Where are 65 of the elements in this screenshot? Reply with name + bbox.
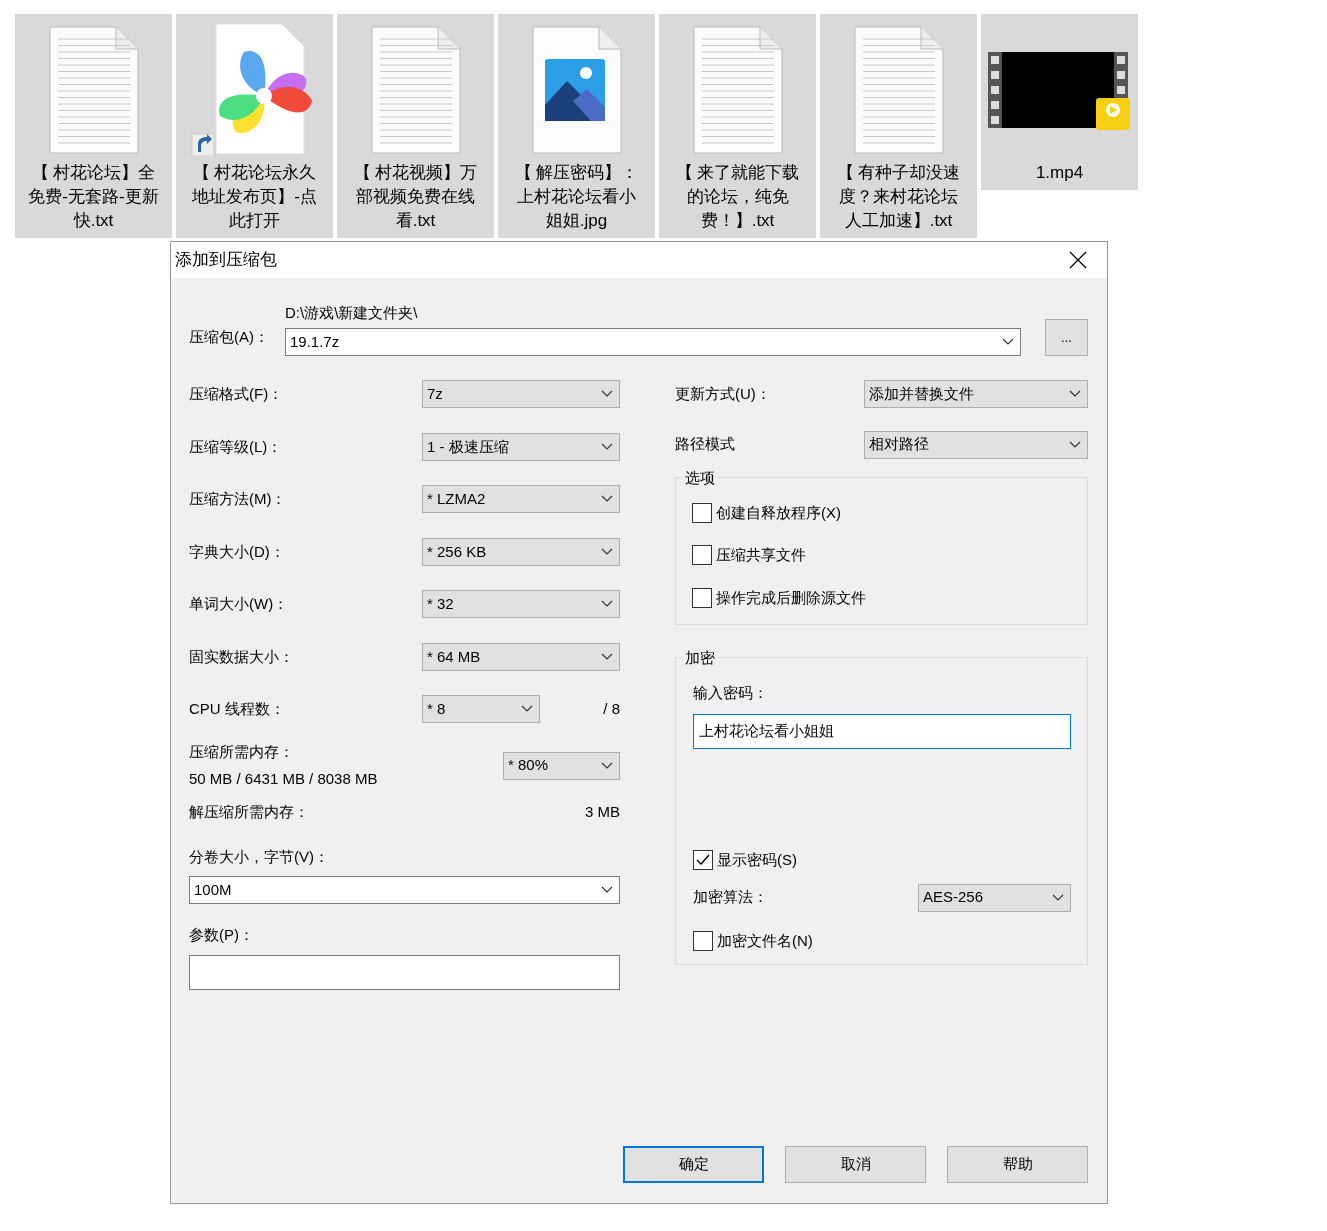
video-file-icon: [987, 49, 1132, 130]
dropdown[interactable]: 1 - 极速压缩: [422, 432, 620, 461]
chevron-down-icon: [601, 761, 613, 770]
dialog-button[interactable]: 确定: [623, 1146, 764, 1183]
dropdown[interactable]: * 256 KB: [422, 537, 620, 566]
checkbox[interactable]: [692, 587, 712, 608]
chevron-down-icon: [1002, 338, 1014, 346]
field-label: 解压缩所需内存：: [189, 802, 309, 823]
checkbox[interactable]: [692, 502, 712, 523]
chevron-down-icon: [601, 886, 613, 894]
chevron-down-icon: [601, 652, 613, 661]
chevron-down-icon: [601, 495, 613, 504]
dropdown[interactable]: * 80%: [503, 751, 620, 780]
password-field[interactable]: 上村花论坛看小姐姐: [693, 714, 1071, 749]
path-text: D:\游戏\新建文件夹\: [285, 302, 419, 323]
chevron-down-icon: [601, 390, 613, 399]
checkbox-label: 创建自释放程序(X): [716, 502, 841, 523]
dialog-button[interactable]: 取消: [785, 1146, 926, 1183]
checkbox[interactable]: [693, 850, 713, 871]
file-name[interactable]: 1.mp4: [1023, 161, 1096, 185]
field-label: 压缩方法(M)：: [189, 489, 287, 509]
field-label: 分卷大小，字节(V)：: [189, 846, 330, 867]
checkbox[interactable]: [693, 930, 713, 951]
field-label: 压缩包(A)：: [189, 326, 269, 347]
memory-text: 3 MB: [585, 802, 620, 823]
dialog-button[interactable]: 帮助: [947, 1146, 1088, 1183]
chevron-down-icon: [1069, 390, 1081, 399]
checkbox-label: 压缩共享文件: [716, 545, 806, 565]
count-text: / 8: [603, 699, 620, 719]
field-label: 字典大小(D)：: [189, 541, 285, 562]
field-label: 压缩等级(L)：: [189, 436, 283, 457]
field-label: 输入密码：: [693, 682, 769, 703]
field-label: 固实数据大小：: [189, 646, 294, 667]
dropdown[interactable]: * 8: [422, 695, 540, 724]
chevron-down-icon: [1052, 893, 1064, 902]
field-label: 加密算法：: [693, 887, 768, 908]
dropdown[interactable]: 7z: [422, 380, 620, 409]
chevron-down-icon: [601, 600, 613, 609]
field-label: CPU 线程数：: [189, 699, 285, 719]
field-label: 参数(P)：: [189, 925, 255, 945]
chevron-down-icon: [601, 547, 613, 556]
chevron-down-icon: [1069, 440, 1081, 449]
field-label: 路径模式: [675, 434, 735, 455]
dropdown[interactable]: * LZMA2: [422, 485, 620, 514]
params-field[interactable]: [189, 954, 620, 990]
checkbox-label: 显示密码(S): [717, 850, 797, 870]
archive-combo[interactable]: 19.1.7z: [285, 328, 1021, 356]
field-label: 压缩所需内存：: [189, 742, 295, 762]
dropdown[interactable]: * 64 MB: [422, 642, 620, 671]
checkbox-label: 操作完成后删除源文件: [716, 587, 866, 608]
dropdown[interactable]: AES-256: [918, 883, 1071, 912]
field-label: 压缩格式(F)：: [189, 384, 284, 404]
browse-button[interactable]: ...: [1045, 319, 1088, 356]
dropdown[interactable]: 相对路径: [864, 430, 1088, 459]
field-label: 单词大小(W)：: [189, 594, 289, 614]
chevron-down-icon: [601, 442, 613, 451]
checkbox-label: 加密文件名(N): [717, 930, 813, 951]
chevron-down-icon: [521, 705, 533, 714]
volume-combo[interactable]: 100M: [189, 876, 620, 904]
checkbox[interactable]: [692, 545, 712, 566]
window-title: 添加到压缩包: [175, 249, 277, 272]
dropdown[interactable]: 添加并替换文件: [864, 380, 1088, 409]
field-label: 更新方式(U)：: [675, 384, 771, 404]
dropdown[interactable]: * 32: [422, 590, 620, 619]
memory-text: 50 MB / 6431 MB / 8038 MB: [189, 768, 378, 789]
